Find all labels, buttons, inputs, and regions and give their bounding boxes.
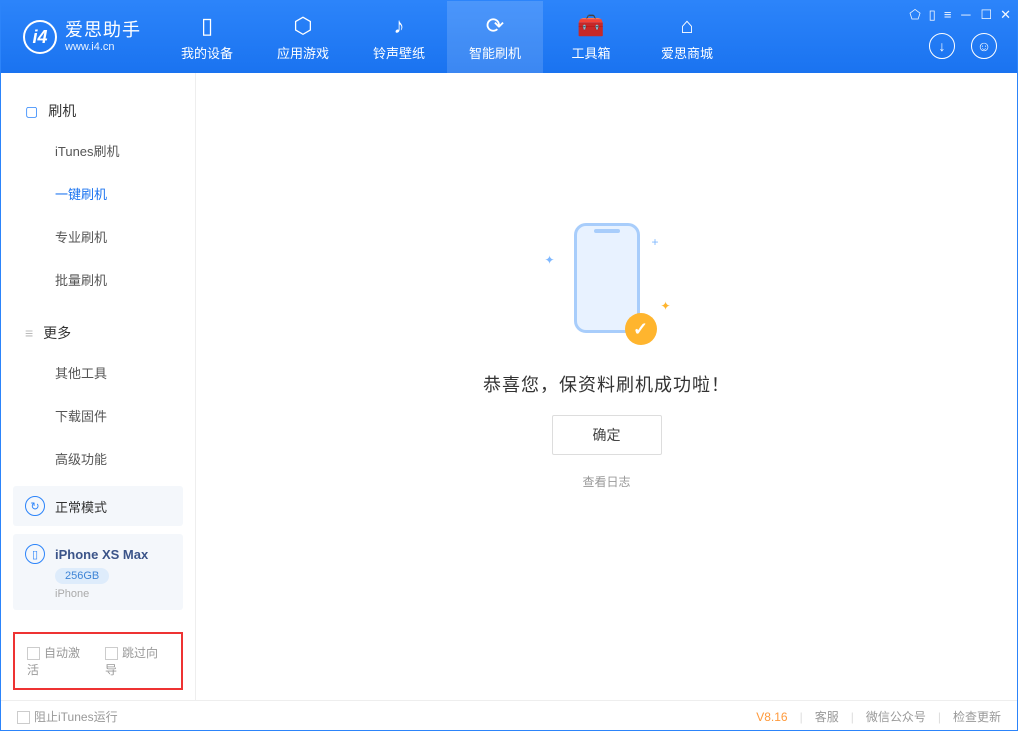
auto-activate-checkbox[interactable]: 自动激活 xyxy=(27,644,91,678)
maximize-button[interactable]: ☐ xyxy=(980,7,992,23)
nav-label: 爱思商城 xyxy=(661,43,713,62)
device-name: iPhone XS Max xyxy=(55,547,148,562)
download-button[interactable]: ↓ xyxy=(929,33,955,59)
customer-service-link[interactable]: 客服 xyxy=(815,708,839,725)
sparkle-icon: + xyxy=(651,235,658,249)
menu-icon[interactable]: ≡ xyxy=(944,7,952,22)
success-message: 恭喜您，保资料刷机成功啦！ xyxy=(483,371,730,397)
sidebar-group-more: ≡ 更多 xyxy=(1,315,195,351)
list-icon: ≡ xyxy=(25,325,33,341)
sidebar-item-advanced[interactable]: 高级功能 xyxy=(1,437,195,478)
nav-label: 工具箱 xyxy=(571,43,610,62)
nav-apps-games[interactable]: ⬡ 应用游戏 xyxy=(255,1,351,73)
cube-icon: ⬡ xyxy=(293,13,312,39)
phone-icon[interactable]: ▯ xyxy=(929,7,936,23)
device-type: iPhone xyxy=(55,588,89,600)
sidebar: ▢ 刷机 iTunes刷机 一键刷机 专业刷机 批量刷机 ≡ 更多 其他工具 下… xyxy=(1,73,196,700)
main-content: ✦ + ✦ ✓ 恭喜您，保资料刷机成功啦！ 确定 查看日志 xyxy=(196,73,1017,700)
main-nav: ▯ 我的设备 ⬡ 应用游戏 ♪ 铃声壁纸 ⟳ 智能刷机 🧰 工具箱 ⌂ 爱思商城 xyxy=(159,1,735,73)
sidebar-item-other-tools[interactable]: 其他工具 xyxy=(1,351,195,394)
view-log-link[interactable]: 查看日志 xyxy=(582,473,630,490)
app-header: i4 爱思助手 www.i4.cn ▯ 我的设备 ⬡ 应用游戏 ♪ 铃声壁纸 ⟳… xyxy=(1,1,1017,73)
sidebar-item-download-firmware[interactable]: 下载固件 xyxy=(1,394,195,437)
mode-label: 正常模式 xyxy=(55,497,107,516)
refresh-icon: ⟳ xyxy=(486,13,504,39)
minimize-button[interactable]: － xyxy=(959,5,972,24)
sidebar-item-oneclick-flash[interactable]: 一键刷机 xyxy=(1,172,195,215)
sidebar-item-pro-flash[interactable]: 专业刷机 xyxy=(1,215,195,258)
storage-badge: 256GB xyxy=(55,568,109,584)
logo-block: i4 爱思助手 www.i4.cn xyxy=(1,20,159,54)
music-icon: ♪ xyxy=(394,13,405,39)
sidebar-group-flash: ▢ 刷机 xyxy=(1,93,195,129)
nav-label: 智能刷机 xyxy=(469,43,521,62)
nav-my-device[interactable]: ▯ 我的设备 xyxy=(159,1,255,73)
store-icon: ⌂ xyxy=(680,13,693,39)
sidebar-item-itunes-flash[interactable]: iTunes刷机 xyxy=(1,129,195,172)
wechat-link[interactable]: 微信公众号 xyxy=(866,708,926,725)
device-card[interactable]: ▯ iPhone XS Max 256GB iPhone xyxy=(13,534,183,610)
mode-icon: ↻ xyxy=(25,496,45,516)
nav-store[interactable]: ⌂ 爱思商城 xyxy=(639,1,735,73)
device-icon: ▯ xyxy=(201,13,213,39)
nav-toolbox[interactable]: 🧰 工具箱 xyxy=(543,1,639,73)
nav-label: 我的设备 xyxy=(181,43,233,62)
check-badge-icon: ✓ xyxy=(625,313,657,345)
toolbox-icon: 🧰 xyxy=(577,13,604,39)
success-illustration: ✦ + ✦ ✓ xyxy=(537,223,677,353)
nav-label: 铃声壁纸 xyxy=(373,43,425,62)
header-actions: ↓ ☺ xyxy=(929,33,997,59)
app-title: 爱思助手 xyxy=(65,21,141,41)
group-title: 更多 xyxy=(43,323,71,343)
block-itunes-checkbox[interactable]: 阻止iTunes运行 xyxy=(17,708,118,725)
group-title: 刷机 xyxy=(48,101,76,121)
nav-ringtone-wallpaper[interactable]: ♪ 铃声壁纸 xyxy=(351,1,447,73)
status-bar: 阻止iTunes运行 V8.16 | 客服 | 微信公众号 | 检查更新 xyxy=(1,700,1017,732)
app-logo-icon: i4 xyxy=(23,20,57,54)
app-subtitle: www.i4.cn xyxy=(65,41,141,53)
phone-outline-icon: ▢ xyxy=(25,103,38,120)
nav-label: 应用游戏 xyxy=(277,43,329,62)
sparkle-icon: ✦ xyxy=(660,299,670,313)
check-update-link[interactable]: 检查更新 xyxy=(953,708,1001,725)
nav-smart-flash[interactable]: ⟳ 智能刷机 xyxy=(447,1,543,73)
user-button[interactable]: ☺ xyxy=(971,33,997,59)
sidebar-item-batch-flash[interactable]: 批量刷机 xyxy=(1,258,195,301)
tshirt-icon[interactable]: ⬠ xyxy=(909,7,920,23)
mode-card[interactable]: ↻ 正常模式 xyxy=(13,486,183,526)
skip-guide-checkbox[interactable]: 跳过向导 xyxy=(105,644,169,678)
version-label: V8.16 xyxy=(756,710,787,724)
ok-button[interactable]: 确定 xyxy=(552,415,662,455)
window-controls: ⬠ ▯ ≡ － ☐ ✕ xyxy=(909,5,1011,24)
device-outline-icon: ▯ xyxy=(25,544,45,564)
close-button[interactable]: ✕ xyxy=(1000,7,1011,23)
highlighted-checkbox-row: 自动激活 跳过向导 xyxy=(13,632,183,690)
sparkle-icon: ✦ xyxy=(545,253,555,267)
